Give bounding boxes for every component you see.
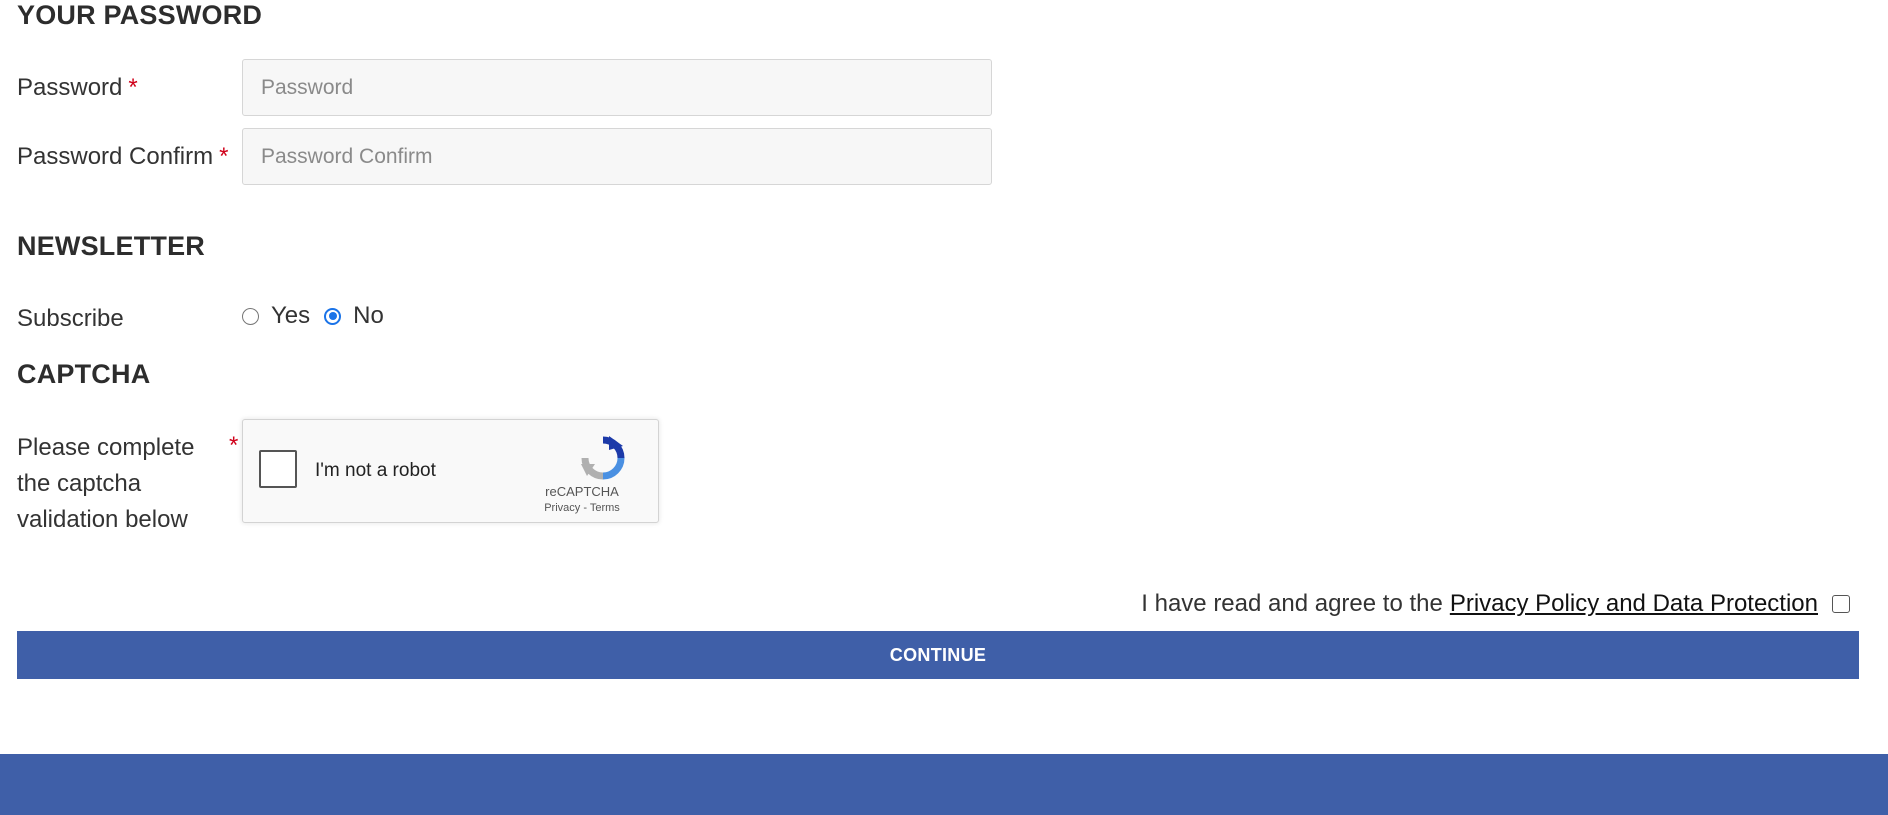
agreement-prefix-text: I have read and agree to the	[1141, 590, 1443, 617]
continue-button[interactable]: CONTINUE	[17, 631, 1859, 679]
password-label-text: Password	[17, 74, 123, 101]
recaptcha-checkbox-label: I'm not a robot	[315, 460, 436, 481]
password-confirm-label-text: Password Confirm	[17, 143, 214, 170]
password-input[interactable]	[242, 59, 992, 116]
subscribe-radio-group: Yes No	[242, 302, 398, 330]
registration-form-page: YOUR PASSWORD Password * Password Confirm…	[0, 0, 1888, 815]
privacy-policy-link[interactable]: Privacy Policy and Data Protection	[1450, 590, 1818, 618]
recaptcha-logo-icon	[581, 436, 625, 480]
radio-yes-label: Yes	[271, 302, 311, 329]
radio-no-label: No	[353, 302, 384, 329]
footer-band	[0, 754, 1888, 815]
agreement-checkbox[interactable]	[1832, 595, 1850, 613]
subscribe-option-yes[interactable]: Yes	[242, 302, 310, 330]
recaptcha-widget: I'm not a robot reCAPTCHA Privacy - Term…	[242, 419, 659, 523]
password-confirm-required-marker: *	[219, 143, 229, 170]
captcha-required-marker: *	[229, 432, 239, 459]
captcha-label: Please complete the captcha validation b…	[17, 434, 195, 533]
recaptcha-brand-text: reCAPTCHA	[545, 484, 619, 499]
subscribe-label: Subscribe	[17, 305, 124, 332]
captcha-section-title: CAPTCHA	[17, 359, 151, 389]
privacy-agreement-row: I have read and agree to the Privacy Pol…	[1141, 590, 1850, 618]
subscribe-option-no[interactable]: No	[324, 302, 384, 330]
recaptcha-checkbox[interactable]	[259, 450, 297, 488]
password-label: Password *	[17, 74, 138, 102]
radio-no-circle[interactable]	[324, 307, 342, 325]
password-confirm-label: Password Confirm *	[17, 143, 228, 171]
newsletter-section-title: NEWSLETTER	[17, 231, 205, 261]
recaptcha-privacy-terms-links[interactable]: Privacy - Terms	[522, 502, 642, 514]
password-section-title: YOUR PASSWORD	[17, 0, 263, 30]
radio-yes-circle[interactable]	[242, 307, 259, 325]
password-confirm-input[interactable]	[242, 128, 992, 185]
password-required-marker: *	[128, 74, 138, 101]
